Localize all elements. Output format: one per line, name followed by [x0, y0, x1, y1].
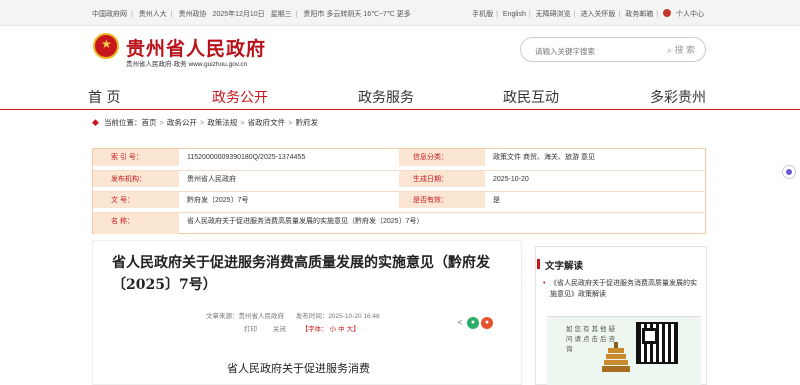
font-size-label: 【字体： [301, 326, 328, 333]
user-icon [663, 9, 671, 17]
floating-assistant-button[interactable] [782, 165, 796, 179]
meta-value: 政策文件 商贸、海关、旅游 意见 [493, 154, 595, 161]
location-pin-icon: ◆ [92, 117, 99, 127]
table-row: 文 号： 黔府发〔2025〕7号 是否有效： 是 [93, 191, 705, 208]
crumb-policy[interactable]: 政策法规 [207, 118, 237, 127]
top-bar-left: 中国政府网 | 贵州人大 | 贵州政协 2025年12月10日 星期三 | 贵阳市 多… [92, 11, 411, 18]
meta-value: 是 [493, 197, 500, 204]
nav-colorful-guizhou[interactable]: 多彩贵州 [650, 87, 706, 107]
meta-value: 贵州省人民政府 [187, 176, 236, 183]
site-subtitle: 贵州省人民政府·政务 www.guizhou.gov.cn [126, 61, 248, 68]
document-metadata-table: 索 引 号： 11520000009390180Q/2025-1374455 信… [92, 148, 706, 234]
table-row: 发布机构： 贵州省人民政府 生成日期： 2025-10-20 [93, 170, 705, 187]
main-nav: 首 页 政务公开 政务服务 政民互动 多彩贵州 [0, 84, 800, 110]
meta-value: 11520000009390180Q/2025-1374455 [187, 154, 306, 161]
share-icon[interactable]: < [454, 317, 466, 329]
close-button[interactable]: 关闭 [273, 326, 286, 333]
top-bar-right: 手机版 | English | 无障碍浏览 | 进入关怀版 | 政务邮箱 | 个人中心 [472, 9, 704, 18]
crumb-docs[interactable]: 省政府文件 [248, 118, 286, 127]
qr-code-image[interactable] [636, 322, 678, 364]
font-small-button[interactable]: 小 [330, 326, 337, 333]
wechat-icon[interactable]: ● [467, 317, 479, 329]
nav-services[interactable]: 政务服务 [358, 87, 414, 107]
table-row: 名 称： 省人民政府关于促进服务消费高质量发展的实施意见（黔府发〔2025〕7号… [93, 212, 705, 234]
top-bar: 中国政府网 | 贵州人大 | 贵州政协 2025年12月10日 星期三 | 贵阳市 多… [0, 0, 800, 26]
national-emblem-icon[interactable] [93, 33, 119, 59]
table-row: 索 引 号： 11520000009390180Q/2025-1374455 信… [93, 149, 705, 166]
crumb-qianfufa[interactable]: 黔府发 [296, 118, 319, 127]
article-meta: 文章来源：贵州省人民政府 发布时间：2025-10-20 16:48 [206, 310, 390, 320]
article-source: 文章来源：贵州省人民政府 [206, 313, 284, 320]
font-large-button[interactable]: 大】 [347, 326, 360, 333]
crumb-gov-affairs[interactable]: 政务公开 [167, 118, 197, 127]
search-input[interactable]: 请输入关键字搜索 [535, 46, 595, 57]
search-box[interactable]: 请输入关键字搜索 ⌕ 搜 索 [520, 37, 706, 62]
link-mail[interactable]: 政务邮箱 [625, 11, 653, 18]
nav-interaction[interactable]: 政民互动 [503, 87, 559, 107]
link-mobile[interactable]: 手机版 [472, 11, 493, 18]
article-title: 省人民政府关于促进服务消费高质量发展的实施意见（黔府发〔2025〕7号） [112, 255, 490, 293]
meta-label: 发布机构： [93, 171, 179, 187]
meta-value: 省人民政府关于促进服务消费高质量发展的实施意见（黔府发〔2025〕7号） [187, 218, 424, 225]
link-care-mode[interactable]: 进入关怀版 [580, 11, 615, 18]
meta-label: 是否有效： [399, 192, 485, 208]
meta-label: 名 称： [93, 213, 179, 234]
link-gov-cn[interactable]: 中国政府网 [92, 11, 127, 18]
nav-home[interactable]: 首 页 [88, 87, 120, 107]
user-center-link[interactable]: 个人中心 [663, 9, 704, 18]
meta-value: 黔府发〔2025〕7号 [187, 197, 249, 204]
breadcrumb: ◆ 当前位置：首页 > 政务公开 > 政策法规 > 省政府文件 > 黔府发 [92, 117, 319, 127]
meta-label: 生成日期： [399, 171, 485, 187]
pagoda-illustration [602, 342, 630, 372]
meta-value: 2025-10-20 [493, 176, 529, 183]
weibo-icon[interactable]: ● [481, 317, 493, 329]
crumb-home[interactable]: 首页 [142, 118, 157, 127]
interpretation-link[interactable]: 《省人民政府关于促进服务消费高质量发展的实施意见》政策解读 [543, 278, 700, 300]
link-english[interactable]: English [503, 11, 526, 18]
link-cppcc[interactable]: 贵州政协 [179, 11, 207, 18]
weather-text[interactable]: 贵阳市 多云转阴天 16℃~7℃ 更多 [303, 11, 410, 18]
share-bar: < ● ● [454, 317, 494, 329]
nav-gov-affairs[interactable]: 政务公开 [212, 87, 268, 107]
link-accessibility[interactable]: 无障碍浏览 [536, 11, 571, 18]
search-icon: ⌕ [666, 45, 672, 55]
print-button[interactable]: 打印 [244, 326, 257, 333]
site-title[interactable]: 贵州省人民政府 [126, 34, 266, 61]
meta-label: 索 引 号： [93, 149, 179, 166]
meta-label: 文 号： [93, 192, 179, 208]
article-date: 发布时间：2025-10-20 16:48 [295, 313, 380, 320]
article-body-heading: 省人民政府关于促进服务消费 [227, 362, 370, 375]
sidebar-title: 文字解读 [536, 258, 583, 272]
search-button[interactable]: ⌕ 搜 索 [667, 43, 695, 56]
article-tools: 打印 关闭 【字体：小中大】 [244, 323, 362, 333]
date-text: 2025年12月10日 [212, 11, 265, 18]
link-npc[interactable]: 贵州人大 [139, 11, 167, 18]
weekday-text: 星期三 [270, 11, 292, 18]
meta-label: 信息分类： [399, 149, 485, 166]
font-medium-button[interactable]: 中 [338, 326, 345, 333]
